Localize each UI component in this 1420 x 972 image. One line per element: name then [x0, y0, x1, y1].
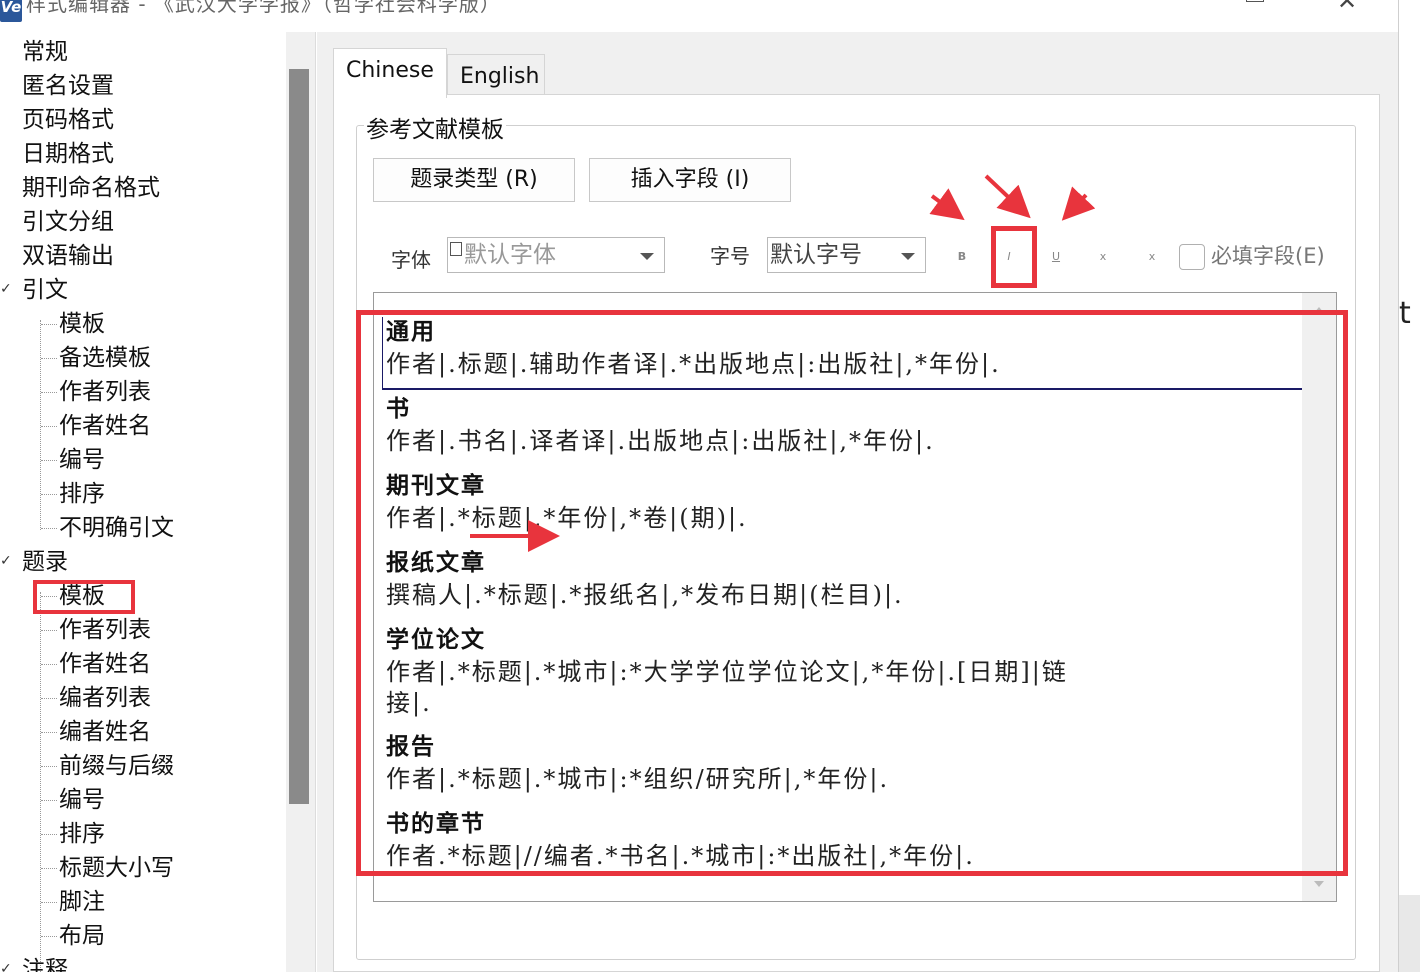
- close-button[interactable]: ✕: [1324, 0, 1370, 16]
- background-window-edge: t a: [1398, 0, 1420, 972]
- required-field-checkbox[interactable]: [1179, 244, 1205, 270]
- tree-item-citation-groups[interactable]: 引文分组: [22, 205, 114, 239]
- bold-button[interactable]: B: [949, 244, 975, 270]
- title-bar: Ve 样式编辑器 - 《武汉大学学报》（哲学社会科学版） ✕: [0, 0, 1398, 30]
- scroll-down-icon[interactable]: [1314, 881, 1324, 887]
- tree-item-editor-list[interactable]: 编者列表: [59, 681, 151, 715]
- tree-item-citation-templates[interactable]: 模板: [59, 307, 105, 341]
- tree-guide-line: [41, 766, 57, 767]
- tree-item-bib-author-list[interactable]: 作者列表: [59, 613, 151, 647]
- tree-guide-line: [40, 320, 41, 530]
- tree-item-layout[interactable]: 布局: [59, 919, 105, 953]
- tree-guide-line: [41, 834, 57, 835]
- chevron-down-icon: [901, 253, 915, 260]
- tree-guide-line: [41, 358, 57, 359]
- tree-guide-line: [41, 324, 57, 325]
- chevron-down-icon: [640, 253, 654, 260]
- style-settings-tree: 常规 匿名设置 页码格式 日期格式 期刊命名格式 引文分组 双语输出 ✓ 引文 …: [0, 32, 285, 972]
- window-title: 样式编辑器 - 《武汉大学学报》（哲学社会科学版）: [26, 0, 501, 16]
- app-icon: Ve: [0, 0, 22, 22]
- tree-scrollbar[interactable]: [286, 32, 316, 972]
- tree-guide-line: [41, 460, 57, 461]
- tree-item-general[interactable]: 常规: [22, 35, 68, 69]
- tree-guide-line: [40, 592, 41, 972]
- background-scrollbar: [1399, 895, 1420, 972]
- tree-guide-line: [41, 800, 57, 801]
- font-select-value: 默认字体: [464, 242, 556, 268]
- tree-item-citation-author-name[interactable]: 作者姓名: [59, 409, 151, 443]
- tree-guide-line: [41, 494, 57, 495]
- superscript-button[interactable]: x: [1090, 244, 1116, 270]
- tree-item-bib-sort[interactable]: 排序: [59, 817, 105, 851]
- expand-citation-icon[interactable]: ✓: [0, 281, 14, 297]
- tree-item-bib-numbering[interactable]: 编号: [59, 783, 105, 817]
- tree-item-anonymous[interactable]: 匿名设置: [22, 69, 114, 103]
- font-size-select[interactable]: 默认字号: [767, 237, 926, 273]
- tree-guide-line: [41, 528, 57, 529]
- expand-bibliography-icon[interactable]: ✓: [0, 553, 14, 569]
- font-size-select-value: 默认字号: [770, 242, 862, 268]
- tree-item-ambiguous-citations[interactable]: 不明确引文: [59, 511, 174, 545]
- tree-guide-line: [41, 868, 57, 869]
- tree-item-title-capitalization[interactable]: 标题大小写: [59, 851, 174, 885]
- selected-item-highlight-box: [33, 580, 135, 614]
- font-label: 字体: [391, 248, 431, 272]
- editor-highlight-box: [356, 310, 1348, 876]
- minimize-button[interactable]: [1142, 0, 1188, 16]
- maximize-icon: [1246, 0, 1264, 2]
- tree-item-citation-numbering[interactable]: 编号: [59, 443, 105, 477]
- tree-guide-line: [41, 426, 57, 427]
- group-title: 参考文献模板: [364, 110, 506, 144]
- tree-guide-line: [41, 902, 57, 903]
- tree-item-editor-name[interactable]: 编者姓名: [59, 715, 151, 749]
- expand-notes-icon[interactable]: ✓: [0, 961, 14, 972]
- tree-item-date-format[interactable]: 日期格式: [22, 137, 114, 171]
- tree-item-bibliography[interactable]: 题录: [22, 545, 68, 579]
- tab-chinese[interactable]: Chinese: [333, 48, 447, 98]
- font-select[interactable]: 默认字体: [447, 237, 665, 273]
- tree-item-journal-names[interactable]: 期刊命名格式: [22, 171, 160, 205]
- tree-item-page-format[interactable]: 页码格式: [22, 103, 114, 137]
- required-field-label: 必填字段(E): [1211, 244, 1325, 268]
- tree-item-bilingual-output[interactable]: 双语输出: [22, 239, 114, 273]
- tree-guide-line: [41, 936, 57, 937]
- tree-item-prefix-suffix[interactable]: 前缀与后缀: [59, 749, 174, 783]
- tree-guide-line: [41, 392, 57, 393]
- tree-item-bib-author-name[interactable]: 作者姓名: [59, 647, 151, 681]
- font-icon: [450, 242, 462, 256]
- tree-guide-line: [41, 630, 57, 631]
- font-size-label: 字号: [710, 244, 750, 268]
- subscript-button[interactable]: x: [1139, 244, 1165, 270]
- tree-guide-line: [41, 664, 57, 665]
- tree-guide-line: [41, 698, 57, 699]
- tree-item-citation-sort[interactable]: 排序: [59, 477, 105, 511]
- tree-scrollbar-thumb[interactable]: [289, 69, 309, 804]
- tree-item-citation[interactable]: 引文: [22, 273, 68, 307]
- maximize-button[interactable]: [1232, 0, 1278, 16]
- tree-item-footnotes[interactable]: 脚注: [59, 885, 105, 919]
- reference-type-button[interactable]: 题录类型 (R): [373, 158, 575, 202]
- tree-item-notes[interactable]: 注释: [22, 953, 68, 972]
- underline-button[interactable]: U: [1043, 244, 1069, 270]
- tree-item-alternate-templates[interactable]: 备选模板: [59, 341, 151, 375]
- tree-guide-line: [41, 732, 57, 733]
- italic-highlight-box: [991, 226, 1037, 288]
- background-text: t a: [1399, 296, 1420, 331]
- insert-field-button[interactable]: 插入字段 (I): [589, 158, 791, 202]
- tree-item-citation-author-list[interactable]: 作者列表: [59, 375, 151, 409]
- tab-english[interactable]: English: [447, 54, 545, 98]
